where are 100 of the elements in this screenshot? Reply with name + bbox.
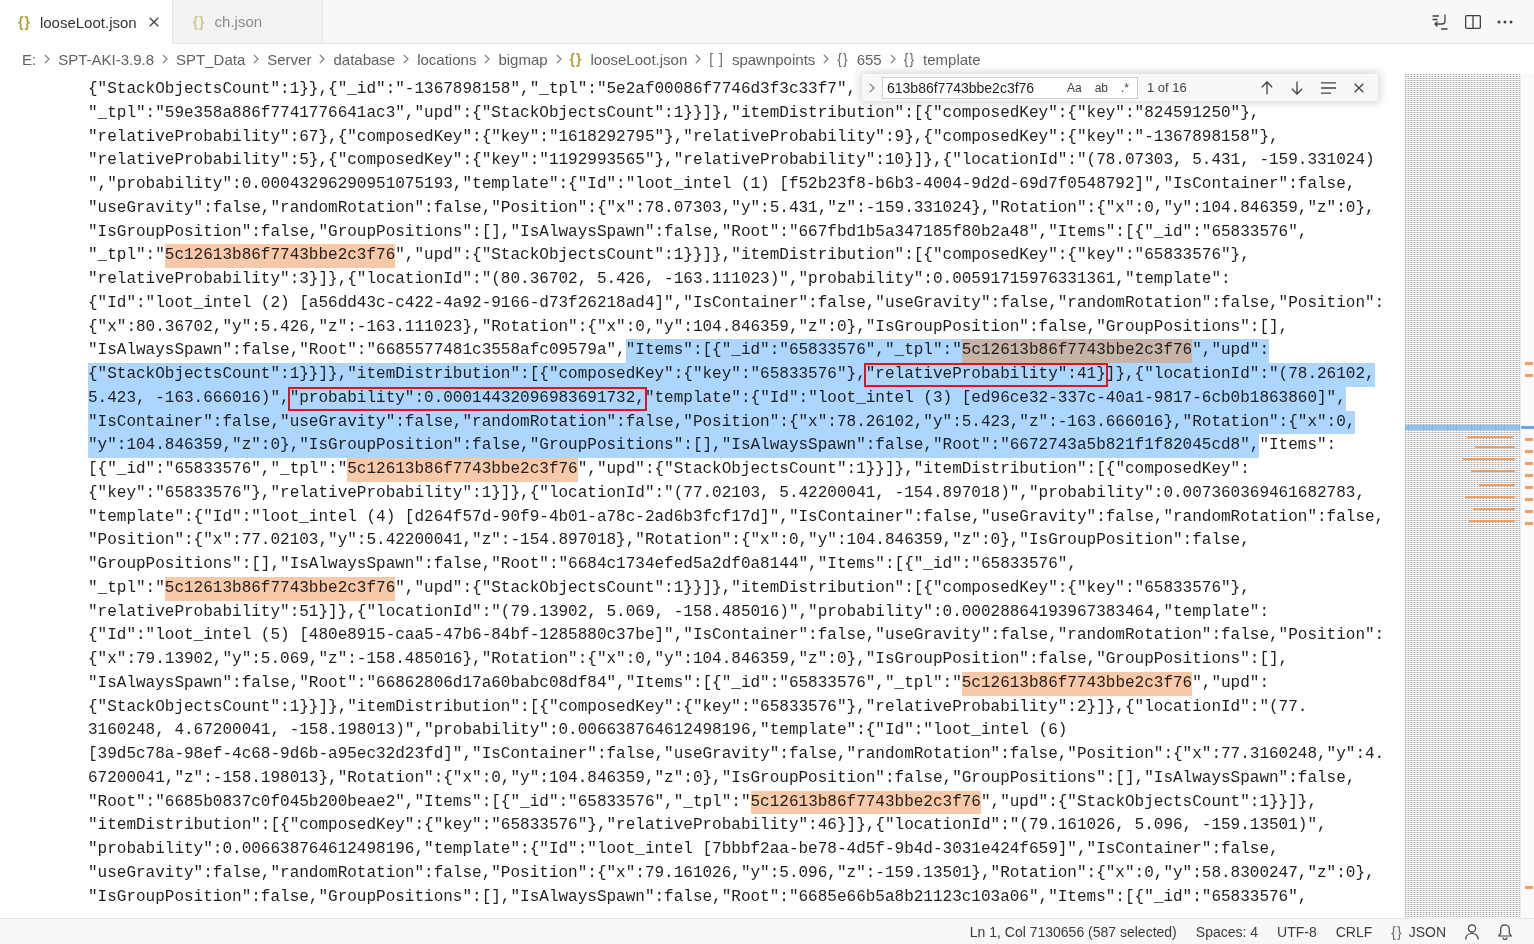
current-search-match: 5c12613b86f7743bbe2c3f76	[961, 339, 1193, 363]
selected-code-text: {"StackObjectsCount":1}}]},"itemDistribution":[{"composedKey":{"key":"65833576"},	[88, 363, 866, 387]
symbol-icon: {}	[1391, 923, 1403, 940]
code-text: "Root":"6685b0837c0f045b200beae2","Items":[{"_id":"65833576","_tpl":"	[88, 791, 751, 813]
code-text: "probability":0.006638764612498196,"template":{"Id":"loot_intel [7bbbf2aa-be78-4d5f-9b4d-3031e424f659]","IsContainer":false,	[88, 839, 1279, 860]
code-text: "IsAlwaysSpawn":false,"Root":"66862806d17a60babc08df84","Items":[{"_id":"65833576","_tpl":"	[88, 672, 962, 694]
selected-code-text: ]},{"locationId":"(78.26102,	[1105, 363, 1375, 387]
chevron-right-icon	[695, 54, 702, 64]
code-text: ","upd":{"StackObjectsCount":1}}]},	[980, 791, 1317, 813]
status-item[interactable]: Ln 1, Col 7130656 (587 selected)	[969, 923, 1177, 940]
selected-code-text: "IsContainer":false,"useGravity":false,"randomRotation":false,"Position":{"x":78.26102,"y":5.423,"z":-163.666016},"Rotation":{"x":0,	[88, 410, 1356, 435]
close-icon[interactable]	[1354, 82, 1364, 93]
breadcrumb-item[interactable]: {} looseLoot.json	[569, 50, 688, 68]
code-text: "_tpl":"59e358a886f7741776641ac3","upd":{"StackObjectsCount":1}}]},"itemDistribution":[{"composedKey":{"key":"824591250"},	[88, 102, 1260, 124]
code-text: [{"_id":"65833576","_tpl":"	[88, 459, 348, 480]
close-icon[interactable]	[148, 17, 159, 27]
code-text: "template":{"Id":"loot_intel (4) [d264f57d-90f9-4b01-a78c-2ad6b3fcf17d]","IsContainer":false,"useGravity":false,"randomRotation":false,	[88, 506, 1385, 528]
breadcrumb-item[interactable]: E:	[22, 50, 37, 68]
code-text: "relativeProbability":3}]},{"locationId":"(80.36702, 5.426, -163.111023)","probability":0.00591715976331361,"template":	[88, 269, 1231, 290]
code-text: "GroupPositions":[],"IsAlwaysSpawn":false,"Root":"6684c1734efed5a2df0a8144","Items":[{"_id":"65833576",	[88, 554, 1077, 575]
swap-icon[interactable]	[1431, 12, 1449, 31]
arrow-down-icon[interactable]	[1291, 80, 1303, 95]
status-item[interactable]: CRLF	[1335, 923, 1373, 940]
selected-code-text: "Items":[{"_id":"65833576","_tpl":"	[625, 339, 962, 363]
code-text: ","upd":{"StackObjectsCount":1}}]},"itemDistribution":[{"composedKey":{"key":"65833576"},	[395, 245, 1250, 267]
file-type-icon: {}	[192, 13, 206, 30]
arrow-up-icon[interactable]	[1261, 80, 1273, 95]
code-text: {"x":80.36702,"y":5.426,"z":-163.111023},"Rotation":{"x":0,"y":104.846359,"z":0},"IsGroupPosition":false,"GroupPositions":[],	[88, 316, 1289, 338]
selected-code-text: 5.423, -163.666016)",	[88, 386, 290, 411]
search-match: 5c12613b86f7743bbe2c3f76	[750, 790, 981, 815]
code-text: "IsGroupPosition":false,"GroupPositions":[],"IsAlwaysSpawn":false,"Root":"667fbd1b5a347185f80b2a48","Items":[{"_id":"65833576",	[88, 221, 1308, 243]
breadcrumb-item[interactable]: locations	[417, 50, 477, 68]
status-item[interactable]: {} JSON	[1391, 923, 1446, 940]
editor-tab[interactable]: {} looseLoot.json	[0, 0, 173, 44]
chevron-right-icon	[253, 54, 260, 64]
code-text: {"Id":"loot_intel (5) [480e8915-caa5-47b6-84bf-1285880c37be]","IsContainer":false,"useGravity":false,"randomRotation":false,"Position":	[88, 625, 1385, 647]
chevron-right-icon	[162, 54, 169, 64]
code-text: ","probability":0.00043296290951075193,"template":{"Id":"loot_intel (1) [f52b23f8-b6b3-4004-9d2d-69d7f0548792]","IsContainer":false,	[88, 174, 1356, 195]
code-text: "Items":	[1259, 435, 1337, 457]
search-match: 5c12613b86f7743bbe2c3f76	[164, 576, 396, 601]
more-icon[interactable]	[1497, 19, 1513, 24]
code-text: "relativeProbability":5},{"composedKey":{"key":"1192993565"},"relativeProbability":10}]},{"locationId":"(78.07303, 5.431, -159.331024)	[88, 150, 1375, 172]
file-type-icon: {}	[18, 14, 31, 30]
split-editor-icon[interactable]	[1465, 14, 1481, 29]
breadcrumb-item[interactable]: Server	[267, 50, 312, 68]
code-text: "IsAlwaysSpawn":false,"Root":"6685577481c3558afc09579a",	[88, 340, 626, 362]
code-text: "IsGroupPosition":false,"GroupPositions":[],"IsAlwaysSpawn":false,"Root":"6685e66b5a8b21123c103a06","Items":[{"_id":"65833576",	[88, 886, 1308, 908]
chevron-right-icon[interactable]	[869, 82, 875, 93]
breadcrumb-item[interactable]: bigmap	[498, 50, 548, 68]
code-text: {"StackObjectsCount":1}},{"_id":"-1367898158","_tpl":"5e2af00086f7746d3f3c33f7",	[88, 79, 857, 100]
code-text: {"Id":"loot_intel (2) [a56dd43c-c422-4a92-9166-d73f26218ad4]","IsContainer":false,"useGravity":false,"randomRotation":false,"Position":	[88, 292, 1385, 314]
code-text: "relativeProbability":51}]},{"locationId":"(79.13902, 5.069, -158.485016)","probability":0.00028864193967383464,"template":	[88, 601, 1269, 623]
search-option-toggle[interactable]: ab	[1090, 78, 1112, 97]
search-field[interactable]: 613b86f7743bbe2c3f76 Aa ab .*	[882, 76, 1138, 99]
lines-icon[interactable]	[1321, 81, 1336, 94]
bell-icon[interactable]	[1498, 923, 1512, 940]
code-text: "useGravity":false,"randomRotation":false,"Position":{"x":79.161026,"y":5.096,"z":-159.13501},"Rotation":{"x":0,"y":58.8300247,"z":0},	[88, 862, 1375, 884]
code-text: ","upd":{"StackObjectsCount":1}}]},"itemDistribution":[{"composedKey":	[577, 459, 1250, 480]
file-type-icon: {}	[569, 51, 583, 67]
breadcrumb-item[interactable]: database	[333, 50, 396, 68]
search-option-toggle[interactable]: .*	[1117, 78, 1133, 97]
match-count: 1 of 16	[1147, 80, 1187, 95]
code-text: "Position":{"x":77.02103,"y":5.42200041,"z":-154.897018},"Rotation":{"x":0,"y":104.846359,"z":0},"IsGroupPosition":false,	[88, 530, 1250, 552]
symbol-icon: {}	[903, 51, 916, 67]
breadcrumb-item[interactable]: {} template	[903, 50, 981, 68]
symbol-icon: {}	[837, 51, 849, 67]
breadcrumb-item[interactable]: [ ] spawnpoints	[709, 50, 816, 68]
chevron-right-icon	[319, 54, 326, 64]
search-match: 5c12613b86f7743bbe2c3f76	[961, 671, 1193, 696]
breadcrumb-item[interactable]: {} 655	[837, 50, 882, 68]
code-text: "_tpl":"	[88, 577, 165, 599]
status-item[interactable]: Spaces: 4	[1195, 923, 1259, 940]
status-item[interactable]: UTF-8	[1277, 923, 1317, 940]
code-text: 67200041,"z":-158.198013},"Rotation":{"x":0,"y":104.846359,"z":0},"IsGroupPosition":false,"GroupPositions":[],"IsAlwaysSpawn":false,	[88, 767, 1356, 789]
breadcrumb-item[interactable]: SPT_Data	[176, 50, 246, 68]
chevron-right-icon	[823, 54, 830, 64]
code-text: [39d5c78a-98ef-4c68-9d6b-a95ec32d23fd]","IsContainer":false,"useGravity":false,"randomRotation":false,"Position":{"x":77.3160248,"y":4.	[88, 744, 1385, 765]
scrollbar-drawing[interactable]	[1520, 74, 1534, 918]
code-text: {"x":79.13902,"y":5.069,"z":-158.485016},"Rotation":{"x":0,"y":104.846359,"z":0},"IsGroupPosition":false,"GroupPositions":[],	[88, 649, 1289, 670]
chevron-right-icon	[484, 54, 491, 64]
code-text: "useGravity":false,"randomRotation":false,"Position":{"x":78.07303,"y":5.431,"z":-159.331024},"Rotation":{"x":0,"y":104.846359,"z":0},	[88, 197, 1375, 219]
search-option-toggle[interactable]: Aa	[1062, 78, 1086, 97]
code-text: {"key":"65833576"},"relativeProbability":1}]},{"locationId":"(77.02103, 5.42200041, -154.897018)","probability":0.007360369461682783,	[88, 482, 1365, 504]
search-match: 5c12613b86f7743bbe2c3f76	[164, 244, 396, 268]
selected-code-text: "y":104.846359,"z":0},"IsGroupPosition":false,"GroupPositions":[],"IsAlwaysSpawn":false,"Root":"6672743a5b821f1f82045cd8",	[88, 434, 1260, 458]
chevron-right-icon	[403, 54, 410, 64]
breadcrumb-item[interactable]: SPT-AKI-3.9.8	[58, 50, 155, 68]
code-text: "_tpl":"	[88, 245, 165, 267]
selected-code-text: "template":{"Id":"loot_intel (3) [ed96ce32-337c-40a1-9817-6cb0b1863860]",	[644, 386, 1346, 411]
chevron-right-icon	[555, 54, 562, 64]
selected-code-text: ","upd":	[1192, 339, 1269, 363]
code-text: ","upd":{"StackObjectsCount":1}}]},"itemDistribution":[{"composedKey":{"key":"65833576"},	[395, 577, 1250, 599]
code-text: 3160248, 4.67200041, -158.198013)","probability":0.006638764612498196,"template":{"Id":"loot_intel (6)	[88, 720, 1068, 742]
outlined-code-text: "probability":0.00014432096983691732,	[287, 386, 647, 411]
person-icon[interactable]	[1465, 923, 1479, 940]
chevron-right-icon	[889, 54, 896, 64]
code-text: ","upd":	[1192, 672, 1269, 694]
code-text: "relativeProbability":67},{"composedKey":{"key":"1618292795"},"relativeProbability":9},{"composedKey":{"key":"-1367898158"},	[88, 126, 1279, 148]
outlined-code-text: "relativeProbability":41}	[863, 363, 1108, 387]
chevron-right-icon	[44, 54, 51, 64]
